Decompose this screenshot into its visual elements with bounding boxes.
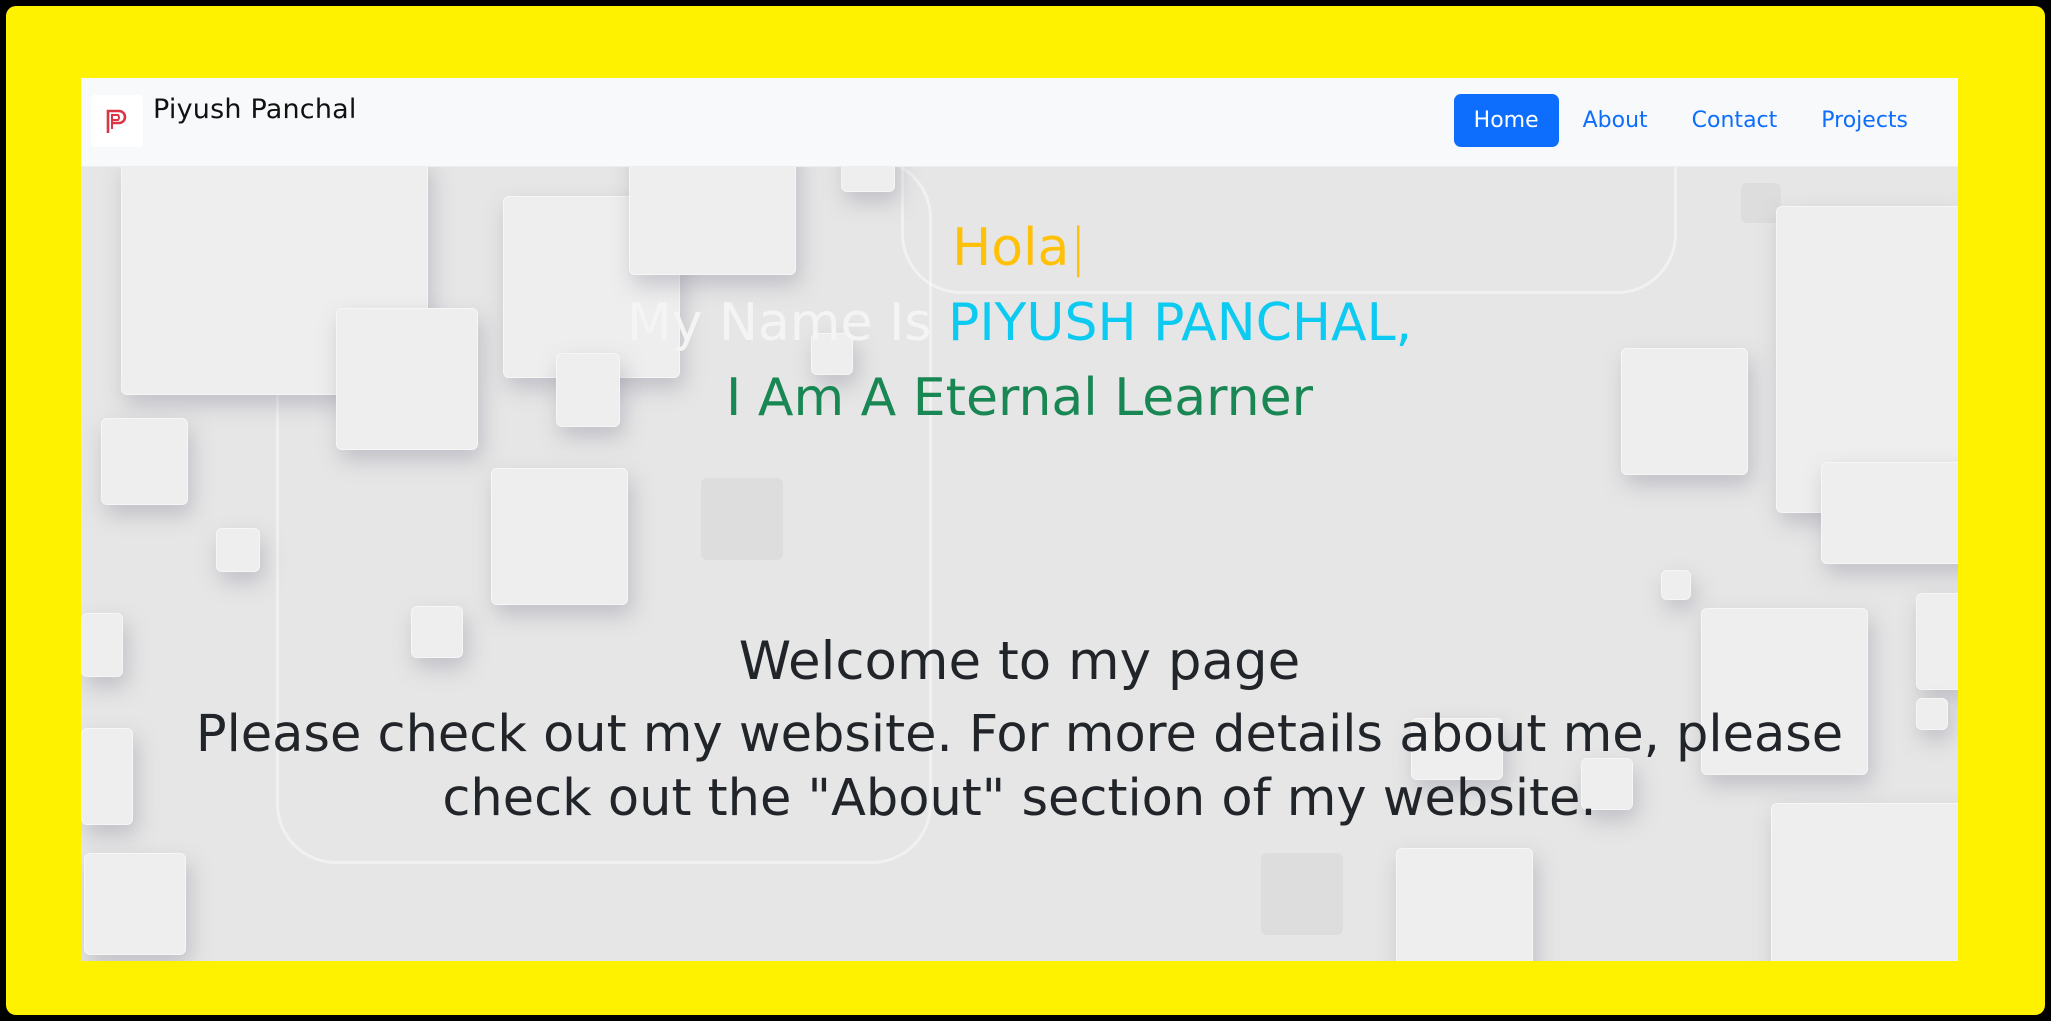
navbar: Piyush Panchal Home About Contact Projec… — [81, 78, 1958, 167]
pp-monogram-icon — [106, 109, 127, 133]
brand-logo-icon[interactable] — [91, 95, 143, 147]
nav-link-about[interactable]: About — [1563, 94, 1668, 147]
typing-caret: | — [1069, 218, 1087, 278]
brand-name[interactable]: Piyush Panchal — [153, 94, 357, 125]
name-line: My Name Is PIYUSH PANCHAL, — [81, 293, 1958, 353]
nav-link-projects[interactable]: Projects — [1801, 94, 1928, 147]
browser-viewport: Piyush Panchal Home About Contact Projec… — [81, 78, 1958, 961]
nav-link-contact[interactable]: Contact — [1672, 94, 1798, 147]
nav-links: Home About Contact Projects — [1453, 94, 1928, 147]
welcome-heading: Welcome to my page — [738, 631, 1301, 692]
name-highlight: PIYUSH PANCHAL, — [947, 293, 1413, 353]
name-prefix: My Name Is — [626, 293, 948, 353]
greeting-line: Hola| — [81, 218, 1958, 278]
yellow-frame: Piyush Panchal Home About Contact Projec… — [6, 6, 2045, 1015]
details-paragraph: Please check out my website. For more de… — [195, 705, 1844, 828]
tagline: I Am A Eternal Learner — [726, 368, 1313, 428]
hero-section: Hola| My Name Is PIYUSH PANCHAL, I Am A … — [81, 78, 1958, 961]
greeting-text: Hola — [952, 218, 1070, 278]
nav-link-home[interactable]: Home — [1453, 94, 1559, 147]
